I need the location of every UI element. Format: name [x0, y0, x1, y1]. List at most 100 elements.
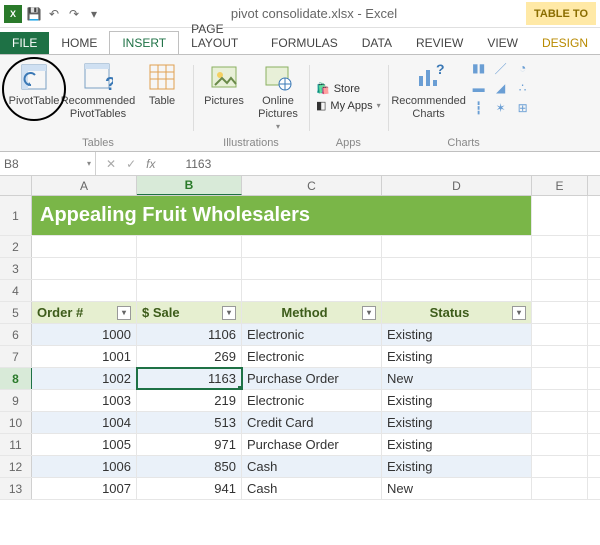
cell[interactable]: [532, 302, 588, 323]
tab-view[interactable]: VIEW: [475, 32, 530, 54]
fx-icon[interactable]: fx: [146, 157, 163, 171]
cell[interactable]: [382, 236, 532, 257]
tab-data[interactable]: DATA: [350, 32, 404, 54]
cell[interactable]: [382, 280, 532, 301]
pictures-button[interactable]: Pictures: [200, 59, 248, 108]
cell-order[interactable]: 1007: [32, 478, 137, 499]
cell-order[interactable]: 1005: [32, 434, 137, 455]
undo-icon[interactable]: ↶: [46, 6, 62, 22]
header-status[interactable]: Status▾: [382, 302, 532, 323]
row-header[interactable]: 10: [0, 412, 32, 433]
name-box[interactable]: B8 ▾: [0, 152, 96, 175]
col-header-d[interactable]: D: [382, 176, 532, 195]
cell-sale[interactable]: 850: [137, 456, 242, 477]
row-header[interactable]: 3: [0, 258, 32, 279]
col-header-a[interactable]: A: [32, 176, 137, 195]
cell-order[interactable]: 1002: [32, 368, 137, 389]
cell-status[interactable]: Existing: [382, 434, 532, 455]
tab-design[interactable]: DESIGN: [530, 32, 600, 54]
cell-order[interactable]: 1000: [32, 324, 137, 345]
cell[interactable]: [242, 258, 382, 279]
cell-sale[interactable]: 941: [137, 478, 242, 499]
row-header[interactable]: 8: [0, 368, 32, 389]
row-header[interactable]: 1: [0, 196, 32, 235]
cell-order[interactable]: 1003: [32, 390, 137, 411]
header-sale[interactable]: $ Sale▾: [137, 302, 242, 323]
col-header-c[interactable]: C: [242, 176, 382, 195]
cell[interactable]: [32, 280, 137, 301]
cell-order[interactable]: 1006: [32, 456, 137, 477]
row-header[interactable]: 12: [0, 456, 32, 477]
cell-method[interactable]: Purchase Order: [242, 368, 382, 389]
stock-chart-icon[interactable]: ┇: [469, 99, 489, 117]
pie-chart-icon[interactable]: ◔: [513, 59, 533, 77]
row-header[interactable]: 9: [0, 390, 32, 411]
enter-icon[interactable]: ✓: [126, 157, 136, 171]
active-cell[interactable]: 1163: [137, 368, 242, 389]
table-button[interactable]: Table: [138, 59, 186, 108]
cell-status[interactable]: Existing: [382, 324, 532, 345]
merged-title-cell[interactable]: Appealing Fruit Wholesalers: [32, 196, 532, 235]
tab-file[interactable]: FILE: [0, 32, 49, 54]
cell-status[interactable]: Existing: [382, 346, 532, 367]
cell[interactable]: [137, 280, 242, 301]
cell-order[interactable]: 1004: [32, 412, 137, 433]
cell-status[interactable]: Existing: [382, 412, 532, 433]
cell-method[interactable]: Cash: [242, 456, 382, 477]
cancel-icon[interactable]: ✕: [106, 157, 116, 171]
cell-sale[interactable]: 513: [137, 412, 242, 433]
cell[interactable]: [532, 478, 588, 499]
redo-icon[interactable]: ↷: [66, 6, 82, 22]
line-chart-icon[interactable]: ／: [491, 59, 511, 77]
row-header[interactable]: 6: [0, 324, 32, 345]
tab-page-layout[interactable]: PAGE LAYOUT: [179, 18, 259, 54]
cell-status[interactable]: New: [382, 478, 532, 499]
scatter-chart-icon[interactable]: ∴: [513, 79, 533, 97]
cell[interactable]: [532, 390, 588, 411]
row-header[interactable]: 4: [0, 280, 32, 301]
cell[interactable]: [242, 280, 382, 301]
cell[interactable]: [532, 456, 588, 477]
filter-icon[interactable]: ▾: [222, 306, 236, 320]
bar-chart-icon[interactable]: ▮▮: [469, 59, 489, 77]
save-icon[interactable]: 💾: [26, 6, 42, 22]
cell-sale[interactable]: 971: [137, 434, 242, 455]
radar-chart-icon[interactable]: ✶: [491, 99, 511, 117]
cell-method[interactable]: Electronic: [242, 324, 382, 345]
row-header[interactable]: 13: [0, 478, 32, 499]
header-order[interactable]: Order #▾: [32, 302, 137, 323]
cell[interactable]: [137, 236, 242, 257]
cell-order[interactable]: 1001: [32, 346, 137, 367]
tab-formulas[interactable]: FORMULAS: [259, 32, 350, 54]
customize-qat-icon[interactable]: ▾: [86, 6, 102, 22]
cell-method[interactable]: Electronic: [242, 390, 382, 411]
cell[interactable]: [532, 368, 588, 389]
cell-sale[interactable]: 1106: [137, 324, 242, 345]
cell[interactable]: [32, 258, 137, 279]
recommended-pivottables-button[interactable]: ? Recommended PivotTables: [64, 59, 132, 120]
name-box-dropdown-icon[interactable]: ▾: [87, 159, 91, 168]
col-header-b[interactable]: B: [137, 176, 242, 195]
hbar-chart-icon[interactable]: ▬: [469, 79, 489, 97]
cell[interactable]: [532, 280, 588, 301]
cell[interactable]: [32, 236, 137, 257]
cell[interactable]: [532, 346, 588, 367]
cell[interactable]: [532, 258, 588, 279]
my-apps-button[interactable]: ◧ My Apps ▾: [316, 99, 381, 112]
cell[interactable]: [242, 236, 382, 257]
cell-method[interactable]: Cash: [242, 478, 382, 499]
cell[interactable]: [532, 412, 588, 433]
tab-insert[interactable]: INSERT: [109, 31, 179, 54]
select-all-corner[interactable]: [0, 176, 32, 195]
cell-sale[interactable]: 269: [137, 346, 242, 367]
row-header[interactable]: 5: [0, 302, 32, 323]
row-header[interactable]: 2: [0, 236, 32, 257]
row-header[interactable]: 11: [0, 434, 32, 455]
cell-sale[interactable]: 219: [137, 390, 242, 411]
cell[interactable]: [532, 434, 588, 455]
row-header[interactable]: 7: [0, 346, 32, 367]
cell-method[interactable]: Electronic: [242, 346, 382, 367]
cell-method[interactable]: Credit Card: [242, 412, 382, 433]
filter-icon[interactable]: ▾: [512, 306, 526, 320]
cell-method[interactable]: Purchase Order: [242, 434, 382, 455]
